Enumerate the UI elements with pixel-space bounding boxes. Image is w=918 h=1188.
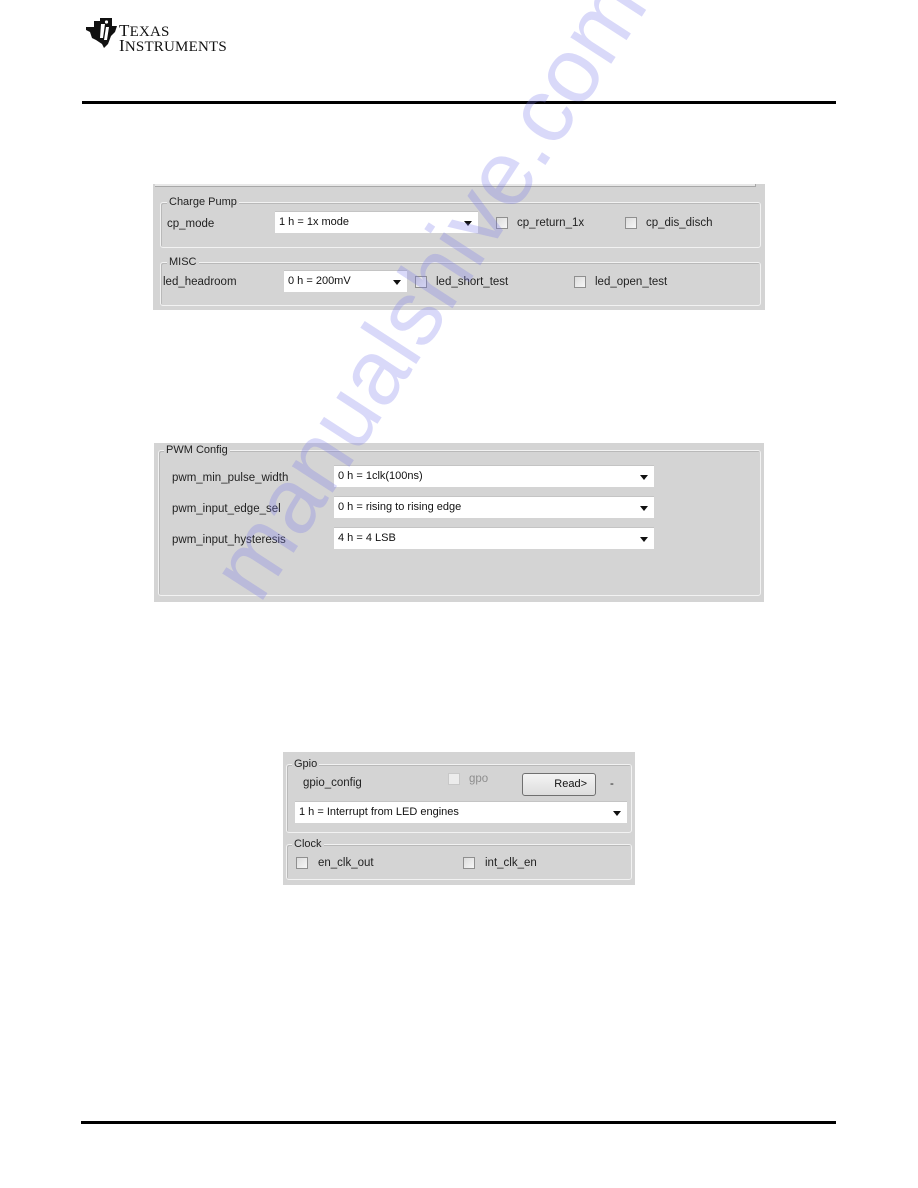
pwm-input-edge-sel-label: pwm_input_edge_sel: [172, 503, 281, 515]
pwm-input-hysteresis-select[interactable]: 4 h = 4 LSB: [334, 527, 654, 549]
chevron-down-icon[interactable]: [613, 811, 621, 816]
pwm-min-pulse-width-value: 0 h = 1clk(100ns): [338, 470, 423, 482]
misc-group: MISC led_headroom 0 h = 200mV led_short_…: [160, 255, 761, 306]
logo-text-instruments: INSTRUMENTS: [119, 36, 227, 55]
misc-legend: MISC: [167, 255, 199, 269]
pwm-min-pulse-width-select[interactable]: 0 h = 1clk(100ns): [334, 465, 654, 487]
panel-top-edge: [155, 184, 756, 187]
gpio-config-value: 1 h = Interrupt from LED engines: [299, 806, 459, 818]
led-open-test-label: led_open_test: [595, 276, 668, 288]
read-button[interactable]: Read>: [522, 773, 596, 796]
footer-rule: [81, 1121, 836, 1124]
cp-return-1x-checkbox[interactable]: [496, 217, 508, 229]
ti-state-logo-icon: [86, 18, 117, 48]
pwm-input-hysteresis-label: pwm_input_hysteresis: [172, 534, 286, 546]
led-headroom-label: led_headroom: [163, 276, 237, 288]
texas-instruments-logo: TEXAS INSTRUMENTS: [84, 18, 234, 55]
gpio-config-select[interactable]: 1 h = Interrupt from LED engines: [295, 801, 627, 823]
gpio-config-label: gpio_config: [303, 777, 362, 789]
pwm-config-legend: PWM Config: [164, 443, 230, 457]
gpio-group: Gpio gpio_config gpo Read> - 1 h = Inter…: [286, 757, 632, 833]
cp-mode-select[interactable]: 1 h = 1x mode: [275, 211, 478, 233]
chevron-down-icon[interactable]: [640, 475, 648, 480]
cp-mode-value: 1 h = 1x mode: [279, 216, 350, 228]
clock-legend: Clock: [292, 837, 324, 851]
gpo-checkbox[interactable]: [448, 773, 460, 785]
chevron-down-icon[interactable]: [640, 506, 648, 511]
read-result-value: -: [610, 778, 614, 790]
gpio-clock-panel: Gpio gpio_config gpo Read> - 1 h = Inter…: [283, 752, 635, 885]
led-open-test-checkbox[interactable]: [574, 276, 586, 288]
chevron-down-icon[interactable]: [464, 221, 472, 226]
led-headroom-value: 0 h = 200mV: [288, 275, 351, 287]
charge-pump-legend: Charge Pump: [167, 195, 239, 209]
chevron-down-icon[interactable]: [393, 280, 401, 285]
gpo-label: gpo: [469, 773, 489, 785]
cp-mode-label: cp_mode: [167, 218, 215, 230]
clock-group: Clock en_clk_out int_clk_en: [286, 837, 632, 880]
pwm-input-hysteresis-value: 4 h = 4 LSB: [338, 532, 396, 544]
cp-return-1x-label: cp_return_1x: [517, 217, 585, 229]
gpio-legend: Gpio: [292, 757, 320, 771]
int-clk-en-label: int_clk_en: [485, 857, 537, 869]
pwm-input-edge-sel-value: 0 h = rising to rising edge: [338, 501, 462, 513]
led-headroom-select[interactable]: 0 h = 200mV: [284, 270, 407, 292]
cp-dis-disch-label: cp_dis_disch: [646, 217, 713, 229]
en-clk-out-label: en_clk_out: [318, 857, 374, 869]
pwm-config-group: PWM Config pwm_min_pulse_width 0 h = 1cl…: [158, 443, 761, 596]
int-clk-en-checkbox[interactable]: [463, 857, 475, 869]
pwm-config-panel: PWM Config pwm_min_pulse_width 0 h = 1cl…: [154, 443, 764, 602]
led-short-test-label: led_short_test: [436, 276, 509, 288]
cp-dis-disch-checkbox[interactable]: [625, 217, 637, 229]
charge-pump-group: Charge Pump cp_mode 1 h = 1x mode cp_ret…: [160, 195, 761, 248]
logo-instruments-rest: NSTRUMENTS: [124, 39, 227, 55]
chevron-down-icon[interactable]: [640, 537, 648, 542]
led-short-test-checkbox[interactable]: [415, 276, 427, 288]
pwm-input-edge-sel-select[interactable]: 0 h = rising to rising edge: [334, 496, 654, 518]
en-clk-out-checkbox[interactable]: [296, 857, 308, 869]
charge-pump-misc-panel: Charge Pump cp_mode 1 h = 1x mode cp_ret…: [153, 184, 765, 310]
header-rule: [82, 101, 836, 104]
pwm-min-pulse-width-label: pwm_min_pulse_width: [172, 472, 289, 484]
